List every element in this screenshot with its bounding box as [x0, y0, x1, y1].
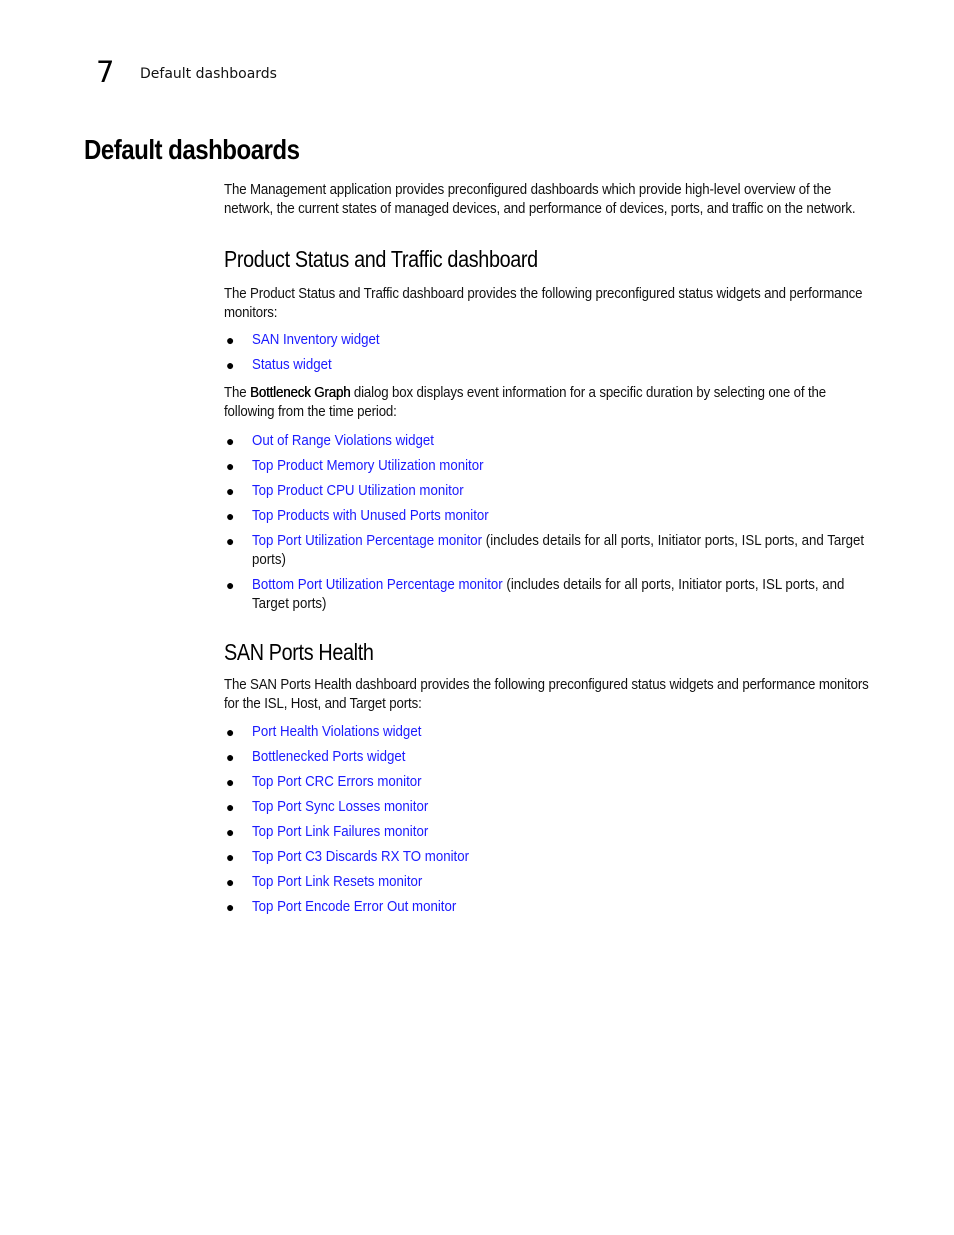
bullet-icon: ●	[226, 899, 235, 915]
bullet-icon: ●	[226, 483, 235, 499]
top-product-memory-link[interactable]: Top Product Memory Utilization monitor	[252, 458, 484, 474]
intro-paragraph: The Management application provides prec…	[224, 182, 856, 217]
list-item: ● Top Port CRC Errors monitor	[224, 773, 874, 792]
page-content: The Management application provides prec…	[224, 181, 874, 917]
out-of-range-violations-link[interactable]: Out of Range Violations widget	[252, 433, 434, 449]
bullet-icon: ●	[226, 749, 235, 765]
bullet-icon: ●	[226, 774, 235, 790]
bottleneck-paragraph: The Bottleneck Graph dialog box displays…	[224, 385, 827, 420]
bullet-icon: ●	[226, 874, 235, 890]
bullet-icon: ●	[226, 508, 235, 524]
san-ports-health-heading: SAN Ports Health	[224, 639, 374, 665]
top-products-unused-ports-link[interactable]: Top Products with Unused Ports monitor	[252, 508, 489, 524]
top-port-link-resets-link[interactable]: Top Port Link Resets monitor	[252, 874, 422, 890]
list-item: ● Top Port Link Failures monitor	[224, 823, 874, 842]
list-item: ● Top Port C3 Discards RX TO monitor	[224, 848, 874, 867]
list-item: ● Top Product CPU Utilization monitor	[224, 482, 874, 501]
list-item: ● Top Port Sync Losses monitor	[224, 798, 874, 817]
chapter-number: 7	[96, 55, 115, 89]
list-item: ● Top Port Utilization Percentage monito…	[226, 533, 865, 568]
bullet-icon: ●	[226, 332, 235, 348]
product-status-monitor-list: ● Out of Range Violations widget ● Top P…	[224, 432, 874, 614]
chapter-title: Default dashboards	[140, 66, 277, 82]
status-widget-link[interactable]: Status widget	[252, 357, 332, 373]
san-ports-health-list: ● Port Health Violations widget ● Bottle…	[224, 723, 874, 917]
list-item: ● Status widget	[224, 356, 874, 375]
top-port-crc-errors-link[interactable]: Top Port CRC Errors monitor	[252, 774, 422, 790]
list-item: ● Bottlenecked Ports widget	[224, 748, 874, 767]
list-item: ● Top Port Encode Error Out monitor	[224, 898, 874, 917]
bullet-icon: ●	[226, 799, 235, 815]
top-port-c3-discards-link[interactable]: Top Port C3 Discards RX TO monitor	[252, 849, 469, 865]
port-health-violations-link[interactable]: Port Health Violations widget	[252, 724, 421, 740]
bullet-icon: ●	[226, 724, 235, 740]
list-item: ● SAN Inventory widget	[224, 331, 874, 350]
bullet-icon: ●	[226, 533, 235, 549]
list-item: ● Out of Range Violations widget	[224, 432, 874, 451]
list-item: ● Bottom Port Utilization Percentage mon…	[226, 577, 845, 612]
bottom-port-utilization-link[interactable]: Bottom Port Utilization Percentage monit…	[252, 577, 503, 593]
list-item: ● Top Port Link Resets monitor	[224, 873, 874, 892]
list-item: ● Port Health Violations widget	[224, 723, 874, 742]
bullet-icon: ●	[226, 824, 235, 840]
product-status-heading: Product Status and Traffic dashboard	[224, 246, 538, 272]
san-inventory-widget-link[interactable]: SAN Inventory widget	[252, 332, 380, 348]
bullet-icon: ●	[226, 433, 235, 449]
bullet-icon: ●	[226, 849, 235, 865]
bottleneck-graph-term: Bottleneck Graph	[250, 385, 351, 401]
bullet-icon: ●	[226, 577, 235, 593]
bullet-icon: ●	[226, 458, 235, 474]
top-port-utilization-link[interactable]: Top Port Utilization Percentage monitor	[252, 533, 482, 549]
bullet-icon: ●	[226, 357, 235, 373]
top-product-cpu-link[interactable]: Top Product CPU Utilization monitor	[252, 483, 464, 499]
top-port-sync-losses-link[interactable]: Top Port Sync Losses monitor	[252, 799, 428, 815]
top-port-encode-error-out-link[interactable]: Top Port Encode Error Out monitor	[252, 899, 456, 915]
page-title: Default dashboards	[84, 134, 300, 165]
bottlenecked-ports-link[interactable]: Bottlenecked Ports widget	[252, 749, 405, 765]
san-ports-health-intro: The SAN Ports Health dashboard provides …	[224, 677, 869, 712]
list-item: ● Top Product Memory Utilization monitor	[224, 457, 874, 476]
product-status-intro: The Product Status and Traffic dashboard…	[224, 286, 863, 321]
list-item: ● Top Products with Unused Ports monitor	[224, 507, 874, 526]
top-port-link-failures-link[interactable]: Top Port Link Failures monitor	[252, 824, 428, 840]
product-status-widget-list: ● SAN Inventory widget ● Status widget	[224, 331, 874, 375]
